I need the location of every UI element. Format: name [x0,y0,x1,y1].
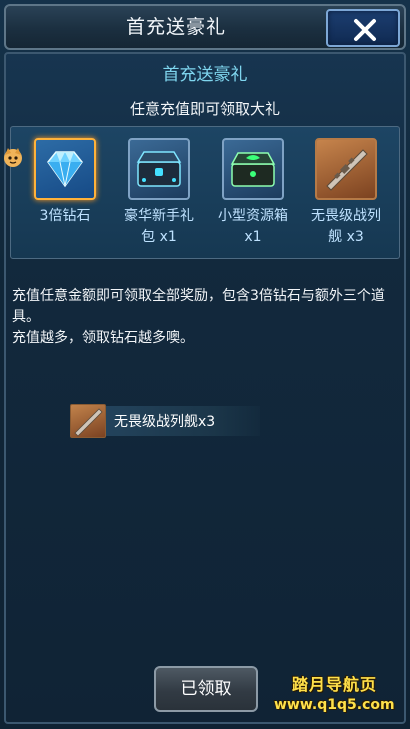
reward-item-newbie-pack[interactable]: 豪华新手礼 包 x1 [116,138,202,248]
panel-subtitle: 首充送豪礼 [162,65,248,85]
reward-item-battleship[interactable]: 无畏级战列 舰 x3 [303,138,389,248]
close-icon [354,19,376,41]
reward-label: 无畏级战列 舰 x3 [303,206,389,248]
battleship-icon [326,149,368,191]
reward-label-line2: 包 x1 [141,229,177,245]
reward-label-line1: 小型资源箱 [218,208,288,224]
green-chest-icon [230,152,276,187]
reward-label: 小型资源箱 x1 [210,206,296,248]
detail-thumb [70,404,106,438]
diamond-icon [47,151,83,188]
reward-frame [34,138,96,200]
panel-tagline: 任意充值即可领取大礼 [129,100,280,118]
claimed-button[interactable]: 已领取 [154,666,258,712]
reward-item-resource-box[interactable]: 小型资源箱 x1 [210,138,296,248]
detail-label: 无畏级战列舰x3 [114,414,216,430]
screen: 首充送豪礼 首充送豪礼 任意充值即可领取大礼 3倍钻石 豪华新手礼 包 x1 小… [0,0,410,729]
close-button[interactable] [326,9,400,47]
reward-label: 3倍钻石 [22,206,108,227]
reward-label-line1: 无畏级战列 [311,208,381,224]
reward-frame [222,138,284,200]
reward-item-diamond[interactable]: 3倍钻石 [22,138,108,227]
mascot-icon [4,148,22,167]
watermark-title: 踏月导航页 [292,675,378,694]
description-line2: 充值越多，领取钻石越多噢。 [12,330,194,346]
battleship-icon [74,408,103,437]
blue-chest-icon [136,151,182,187]
detail-bar: 无畏级战列舰x3 [106,406,260,436]
reward-frame [128,138,190,200]
reward-label-line2: x1 [244,229,262,245]
reward-label-line1: 豪华新手礼 [124,208,194,224]
selected-item-detail: 无畏级战列舰x3 [70,404,260,438]
reward-frame [315,138,377,200]
window-title: 首充送豪礼 [125,16,226,38]
reward-description: 充值任意金额即可领取全部奖励，包含3倍钻石与额外三个道具。 充值越多，领取钻石越… [12,286,400,349]
watermark-url: www.q1q5.com [274,697,395,713]
description-line1: 充值任意金额即可领取全部奖励，包含3倍钻石与额外三个道具。 [12,288,385,325]
reward-label: 豪华新手礼 包 x1 [116,206,202,248]
title-bar: 首充送豪礼 [4,4,406,50]
reward-label-line1: 3倍钻石 [39,208,91,224]
reward-label-line2: 舰 x3 [328,229,364,245]
